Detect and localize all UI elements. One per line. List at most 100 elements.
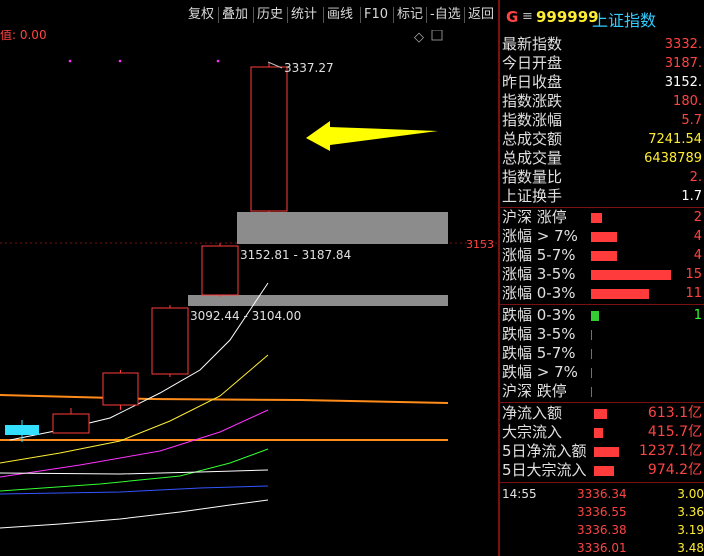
flow-value: 974.2亿 [647, 462, 702, 478]
dist-row: 沪深 涨停 2 [500, 208, 704, 227]
stat-value: 3152. [664, 75, 702, 90]
stat-value: 2. [689, 170, 702, 185]
diamond-icon[interactable]: ◇ [414, 30, 424, 45]
stat-value: 5.7 [681, 113, 702, 128]
dist-label: 涨幅 5-7% [502, 246, 576, 264]
dist-row: 涨幅 0-3% 11 [500, 284, 704, 303]
ma-line-yellow [0, 354, 269, 464]
dist-value: 15 [685, 267, 702, 282]
toolbar-separator [287, 7, 288, 23]
stat-row: 上证换手 1.7 [500, 187, 704, 206]
flow-row: 5日大宗流入 974.2亿 [500, 461, 704, 480]
chart-toolbar: 复权 叠加 历史 统计 画线 F10 标记 -自选 返回 [0, 0, 498, 30]
stat-value: 3332. [664, 37, 702, 52]
dist-label: 沪深 涨停 [502, 208, 567, 226]
flow-label: 5日大宗流入 [502, 461, 587, 479]
tick-row: 14:55 3336.34 3.00 [500, 485, 704, 503]
stat-value: 3187. [664, 56, 702, 71]
toolbar-button-6[interactable]: 标记 [397, 6, 423, 24]
toolbar-button-0[interactable]: 复权 [188, 6, 214, 24]
flow-label: 5日净流入额 [502, 442, 587, 460]
dist-bar [591, 387, 592, 397]
marker-dot [216, 59, 220, 63]
dist-label: 涨幅 > 7% [502, 227, 578, 245]
toolbar-button-8[interactable]: 返回 [468, 6, 494, 24]
ma-line-orange-upper [0, 394, 449, 404]
expand-icon[interactable] [431, 29, 443, 41]
stat-row: 今日开盘 3187. [500, 54, 704, 73]
flow-value: 613.1亿 [647, 405, 702, 421]
toolbar-button-3[interactable]: 统计 [291, 6, 317, 24]
stat-label: 总成交量 [502, 149, 563, 167]
stock-code: 999999 [536, 8, 599, 26]
stat-label: 上证换手 [502, 187, 563, 205]
tick-volume: 3.19 [677, 523, 704, 537]
tick-time: 14:55 [502, 487, 537, 501]
stat-row: 最新指数 3332. [500, 35, 704, 54]
g-label[interactable]: G [506, 8, 518, 26]
dist-label: 跌幅 0-3% [502, 306, 576, 324]
flow-label: 大宗流入 [502, 423, 563, 441]
gap-upper-label: 3152.81 - 3187.84 [240, 248, 351, 262]
dist-row: 沪深 跌停 [500, 382, 704, 401]
gap-zone-lower [188, 295, 448, 306]
quote-panel: G ≡ 999999 上证指数 最新指数 3332. 今日开盘 3187. 昨日收盘 31… [500, 0, 704, 556]
dist-label: 涨幅 3-5% [502, 265, 576, 283]
dist-row: 跌幅 5-7% [500, 344, 704, 363]
stat-row: 总成交量 6438789 [500, 149, 704, 168]
stat-row: 总成交额 7241.54 [500, 130, 704, 149]
stat-row: 指数涨幅 5.7 [500, 111, 704, 130]
tick-price: 3336.01 [577, 541, 627, 555]
ma-line-white-bottom [0, 499, 269, 529]
toolbar-separator [464, 7, 465, 23]
stat-row: 指数涨跌 180. [500, 92, 704, 111]
dist-row: 跌幅 > 7% [500, 363, 704, 382]
toolbar-button-1[interactable]: 叠加 [222, 6, 248, 24]
dist-label: 跌幅 > 7% [502, 363, 578, 381]
toolbar-button-7[interactable]: -自选 [430, 6, 461, 24]
dist-value: 11 [685, 286, 702, 301]
dist-row: 涨幅 5-7% 4 [500, 246, 704, 265]
candle-0 [52, 413, 90, 434]
stat-value: 7241.54 [648, 132, 702, 147]
arrow-annotation [306, 121, 438, 151]
dist-bar [591, 311, 599, 321]
flow-value: 415.7亿 [647, 424, 702, 440]
candle-2 [151, 307, 189, 375]
tick-row: 3336.55 3.36 [500, 503, 704, 521]
dist-bar [591, 368, 592, 378]
stat-label: 最新指数 [502, 35, 563, 53]
dist-value: 2 [693, 210, 702, 225]
dist-bar [591, 251, 617, 261]
tick-volume: 3.36 [677, 505, 704, 519]
dist-bar [591, 330, 592, 340]
toolbar-button-2[interactable]: 历史 [257, 6, 283, 24]
toolbar-separator [323, 7, 324, 23]
tick-price: 3336.38 [577, 523, 627, 537]
toolbar-button-5[interactable]: F10 [364, 6, 388, 24]
gap-zone-upper [237, 212, 448, 244]
menu-icon[interactable]: ≡ [522, 9, 533, 24]
dist-row: 跌幅 3-5% [500, 325, 704, 344]
marker-dot [68, 59, 72, 63]
dist-label: 跌幅 5-7% [502, 344, 576, 362]
toolbar-separator [393, 7, 394, 23]
toolbar-button-4[interactable]: 画线 [327, 6, 353, 24]
dist-bar [591, 232, 617, 242]
tick-price: 3336.34 [577, 487, 627, 501]
dist-value: 4 [693, 229, 702, 244]
flow-row: 5日净流入额 1237.1亿 [500, 442, 704, 461]
gap-lower-label: 3092.44 - 3104.00 [190, 309, 301, 323]
flow-bar [594, 466, 614, 476]
stat-value: 1.7 [681, 189, 702, 204]
section-divider [500, 482, 704, 483]
dist-bar [591, 289, 649, 299]
toolbar-separator [360, 7, 361, 23]
kline-chart[interactable]: 值: 0.00 ◇31533337.273152.81 - 3187.843092… [0, 0, 498, 556]
stat-row: 指数量比 2. [500, 168, 704, 187]
stock-name: 上证指数 [592, 11, 657, 30]
ma-line-magenta [0, 409, 269, 478]
stat-label: 指数涨幅 [502, 111, 563, 129]
dist-row: 涨幅 3-5% 15 [500, 265, 704, 284]
toolbar-separator [218, 7, 219, 23]
